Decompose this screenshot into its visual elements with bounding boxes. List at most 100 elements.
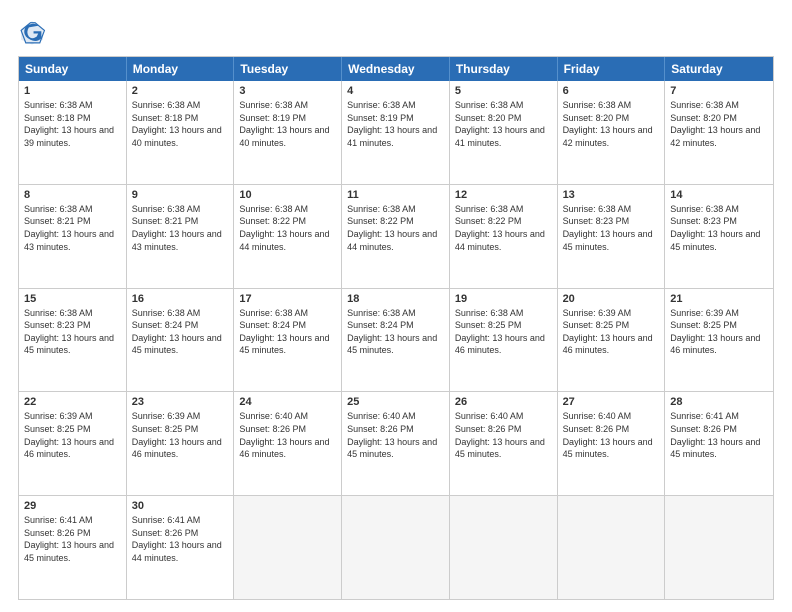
day-cell-6: 6 Sunrise: 6:38 AMSunset: 8:20 PMDayligh… xyxy=(558,81,666,184)
day-info: Sunrise: 6:39 AMSunset: 8:25 PMDaylight:… xyxy=(563,307,660,357)
day-number: 18 xyxy=(347,293,444,305)
empty-cell xyxy=(450,496,558,599)
day-info: Sunrise: 6:38 AMSunset: 8:18 PMDaylight:… xyxy=(24,99,121,149)
day-info: Sunrise: 6:38 AMSunset: 8:24 PMDaylight:… xyxy=(239,307,336,357)
day-info: Sunrise: 6:41 AMSunset: 8:26 PMDaylight:… xyxy=(670,410,768,460)
day-cell-5: 5 Sunrise: 6:38 AMSunset: 8:20 PMDayligh… xyxy=(450,81,558,184)
day-cell-12: 12 Sunrise: 6:38 AMSunset: 8:22 PMDaylig… xyxy=(450,185,558,288)
header-day-friday: Friday xyxy=(558,57,666,81)
day-number: 10 xyxy=(239,189,336,201)
day-number: 24 xyxy=(239,396,336,408)
day-cell-9: 9 Sunrise: 6:38 AMSunset: 8:21 PMDayligh… xyxy=(127,185,235,288)
day-cell-21: 21 Sunrise: 6:39 AMSunset: 8:25 PMDaylig… xyxy=(665,289,773,392)
day-info: Sunrise: 6:38 AMSunset: 8:22 PMDaylight:… xyxy=(347,203,444,253)
calendar: SundayMondayTuesdayWednesdayThursdayFrid… xyxy=(18,56,774,600)
day-info: Sunrise: 6:41 AMSunset: 8:26 PMDaylight:… xyxy=(132,514,229,564)
logo-icon xyxy=(18,18,46,46)
day-info: Sunrise: 6:41 AMSunset: 8:26 PMDaylight:… xyxy=(24,514,121,564)
day-info: Sunrise: 6:38 AMSunset: 8:22 PMDaylight:… xyxy=(455,203,552,253)
day-info: Sunrise: 6:40 AMSunset: 8:26 PMDaylight:… xyxy=(347,410,444,460)
day-cell-10: 10 Sunrise: 6:38 AMSunset: 8:22 PMDaylig… xyxy=(234,185,342,288)
day-cell-20: 20 Sunrise: 6:39 AMSunset: 8:25 PMDaylig… xyxy=(558,289,666,392)
day-number: 26 xyxy=(455,396,552,408)
header-day-wednesday: Wednesday xyxy=(342,57,450,81)
day-info: Sunrise: 6:38 AMSunset: 8:21 PMDaylight:… xyxy=(24,203,121,253)
day-cell-8: 8 Sunrise: 6:38 AMSunset: 8:21 PMDayligh… xyxy=(19,185,127,288)
day-cell-14: 14 Sunrise: 6:38 AMSunset: 8:23 PMDaylig… xyxy=(665,185,773,288)
day-cell-2: 2 Sunrise: 6:38 AMSunset: 8:18 PMDayligh… xyxy=(127,81,235,184)
day-number: 8 xyxy=(24,189,121,201)
day-info: Sunrise: 6:40 AMSunset: 8:26 PMDaylight:… xyxy=(455,410,552,460)
day-number: 9 xyxy=(132,189,229,201)
day-cell-15: 15 Sunrise: 6:38 AMSunset: 8:23 PMDaylig… xyxy=(19,289,127,392)
day-cell-18: 18 Sunrise: 6:38 AMSunset: 8:24 PMDaylig… xyxy=(342,289,450,392)
day-number: 3 xyxy=(239,85,336,97)
day-info: Sunrise: 6:38 AMSunset: 8:19 PMDaylight:… xyxy=(347,99,444,149)
day-cell-7: 7 Sunrise: 6:38 AMSunset: 8:20 PMDayligh… xyxy=(665,81,773,184)
day-info: Sunrise: 6:38 AMSunset: 8:21 PMDaylight:… xyxy=(132,203,229,253)
header-day-sunday: Sunday xyxy=(19,57,127,81)
header-day-monday: Monday xyxy=(127,57,235,81)
day-info: Sunrise: 6:38 AMSunset: 8:20 PMDaylight:… xyxy=(670,99,768,149)
header-day-thursday: Thursday xyxy=(450,57,558,81)
calendar-body: 1 Sunrise: 6:38 AMSunset: 8:18 PMDayligh… xyxy=(19,81,773,599)
day-number: 21 xyxy=(670,293,768,305)
day-cell-26: 26 Sunrise: 6:40 AMSunset: 8:26 PMDaylig… xyxy=(450,392,558,495)
header-day-saturday: Saturday xyxy=(665,57,773,81)
day-info: Sunrise: 6:39 AMSunset: 8:25 PMDaylight:… xyxy=(132,410,229,460)
day-cell-28: 28 Sunrise: 6:41 AMSunset: 8:26 PMDaylig… xyxy=(665,392,773,495)
day-number: 23 xyxy=(132,396,229,408)
day-number: 16 xyxy=(132,293,229,305)
day-info: Sunrise: 6:40 AMSunset: 8:26 PMDaylight:… xyxy=(239,410,336,460)
week-1: 1 Sunrise: 6:38 AMSunset: 8:18 PMDayligh… xyxy=(19,81,773,184)
week-3: 15 Sunrise: 6:38 AMSunset: 8:23 PMDaylig… xyxy=(19,288,773,392)
day-cell-4: 4 Sunrise: 6:38 AMSunset: 8:19 PMDayligh… xyxy=(342,81,450,184)
day-number: 6 xyxy=(563,85,660,97)
header xyxy=(18,18,774,46)
day-info: Sunrise: 6:39 AMSunset: 8:25 PMDaylight:… xyxy=(670,307,768,357)
day-number: 1 xyxy=(24,85,121,97)
day-number: 5 xyxy=(455,85,552,97)
day-cell-13: 13 Sunrise: 6:38 AMSunset: 8:23 PMDaylig… xyxy=(558,185,666,288)
day-cell-27: 27 Sunrise: 6:40 AMSunset: 8:26 PMDaylig… xyxy=(558,392,666,495)
empty-cell xyxy=(665,496,773,599)
day-number: 15 xyxy=(24,293,121,305)
day-info: Sunrise: 6:38 AMSunset: 8:23 PMDaylight:… xyxy=(670,203,768,253)
day-info: Sunrise: 6:38 AMSunset: 8:25 PMDaylight:… xyxy=(455,307,552,357)
day-number: 22 xyxy=(24,396,121,408)
day-info: Sunrise: 6:38 AMSunset: 8:24 PMDaylight:… xyxy=(347,307,444,357)
day-number: 29 xyxy=(24,500,121,512)
day-info: Sunrise: 6:38 AMSunset: 8:22 PMDaylight:… xyxy=(239,203,336,253)
day-cell-24: 24 Sunrise: 6:40 AMSunset: 8:26 PMDaylig… xyxy=(234,392,342,495)
week-5: 29 Sunrise: 6:41 AMSunset: 8:26 PMDaylig… xyxy=(19,495,773,599)
empty-cell xyxy=(342,496,450,599)
day-cell-25: 25 Sunrise: 6:40 AMSunset: 8:26 PMDaylig… xyxy=(342,392,450,495)
day-number: 20 xyxy=(563,293,660,305)
day-number: 17 xyxy=(239,293,336,305)
empty-cell xyxy=(558,496,666,599)
empty-cell xyxy=(234,496,342,599)
day-info: Sunrise: 6:38 AMSunset: 8:24 PMDaylight:… xyxy=(132,307,229,357)
week-4: 22 Sunrise: 6:39 AMSunset: 8:25 PMDaylig… xyxy=(19,391,773,495)
day-number: 27 xyxy=(563,396,660,408)
day-cell-11: 11 Sunrise: 6:38 AMSunset: 8:22 PMDaylig… xyxy=(342,185,450,288)
day-number: 12 xyxy=(455,189,552,201)
logo xyxy=(18,18,50,46)
day-number: 11 xyxy=(347,189,444,201)
day-cell-19: 19 Sunrise: 6:38 AMSunset: 8:25 PMDaylig… xyxy=(450,289,558,392)
day-cell-1: 1 Sunrise: 6:38 AMSunset: 8:18 PMDayligh… xyxy=(19,81,127,184)
day-info: Sunrise: 6:38 AMSunset: 8:18 PMDaylight:… xyxy=(132,99,229,149)
day-cell-29: 29 Sunrise: 6:41 AMSunset: 8:26 PMDaylig… xyxy=(19,496,127,599)
day-info: Sunrise: 6:38 AMSunset: 8:20 PMDaylight:… xyxy=(455,99,552,149)
day-number: 7 xyxy=(670,85,768,97)
day-info: Sunrise: 6:40 AMSunset: 8:26 PMDaylight:… xyxy=(563,410,660,460)
day-info: Sunrise: 6:38 AMSunset: 8:23 PMDaylight:… xyxy=(563,203,660,253)
calendar-header: SundayMondayTuesdayWednesdayThursdayFrid… xyxy=(19,57,773,81)
day-info: Sunrise: 6:38 AMSunset: 8:23 PMDaylight:… xyxy=(24,307,121,357)
day-number: 2 xyxy=(132,85,229,97)
day-number: 30 xyxy=(132,500,229,512)
day-info: Sunrise: 6:38 AMSunset: 8:19 PMDaylight:… xyxy=(239,99,336,149)
page: SundayMondayTuesdayWednesdayThursdayFrid… xyxy=(0,0,792,612)
day-number: 25 xyxy=(347,396,444,408)
day-cell-16: 16 Sunrise: 6:38 AMSunset: 8:24 PMDaylig… xyxy=(127,289,235,392)
